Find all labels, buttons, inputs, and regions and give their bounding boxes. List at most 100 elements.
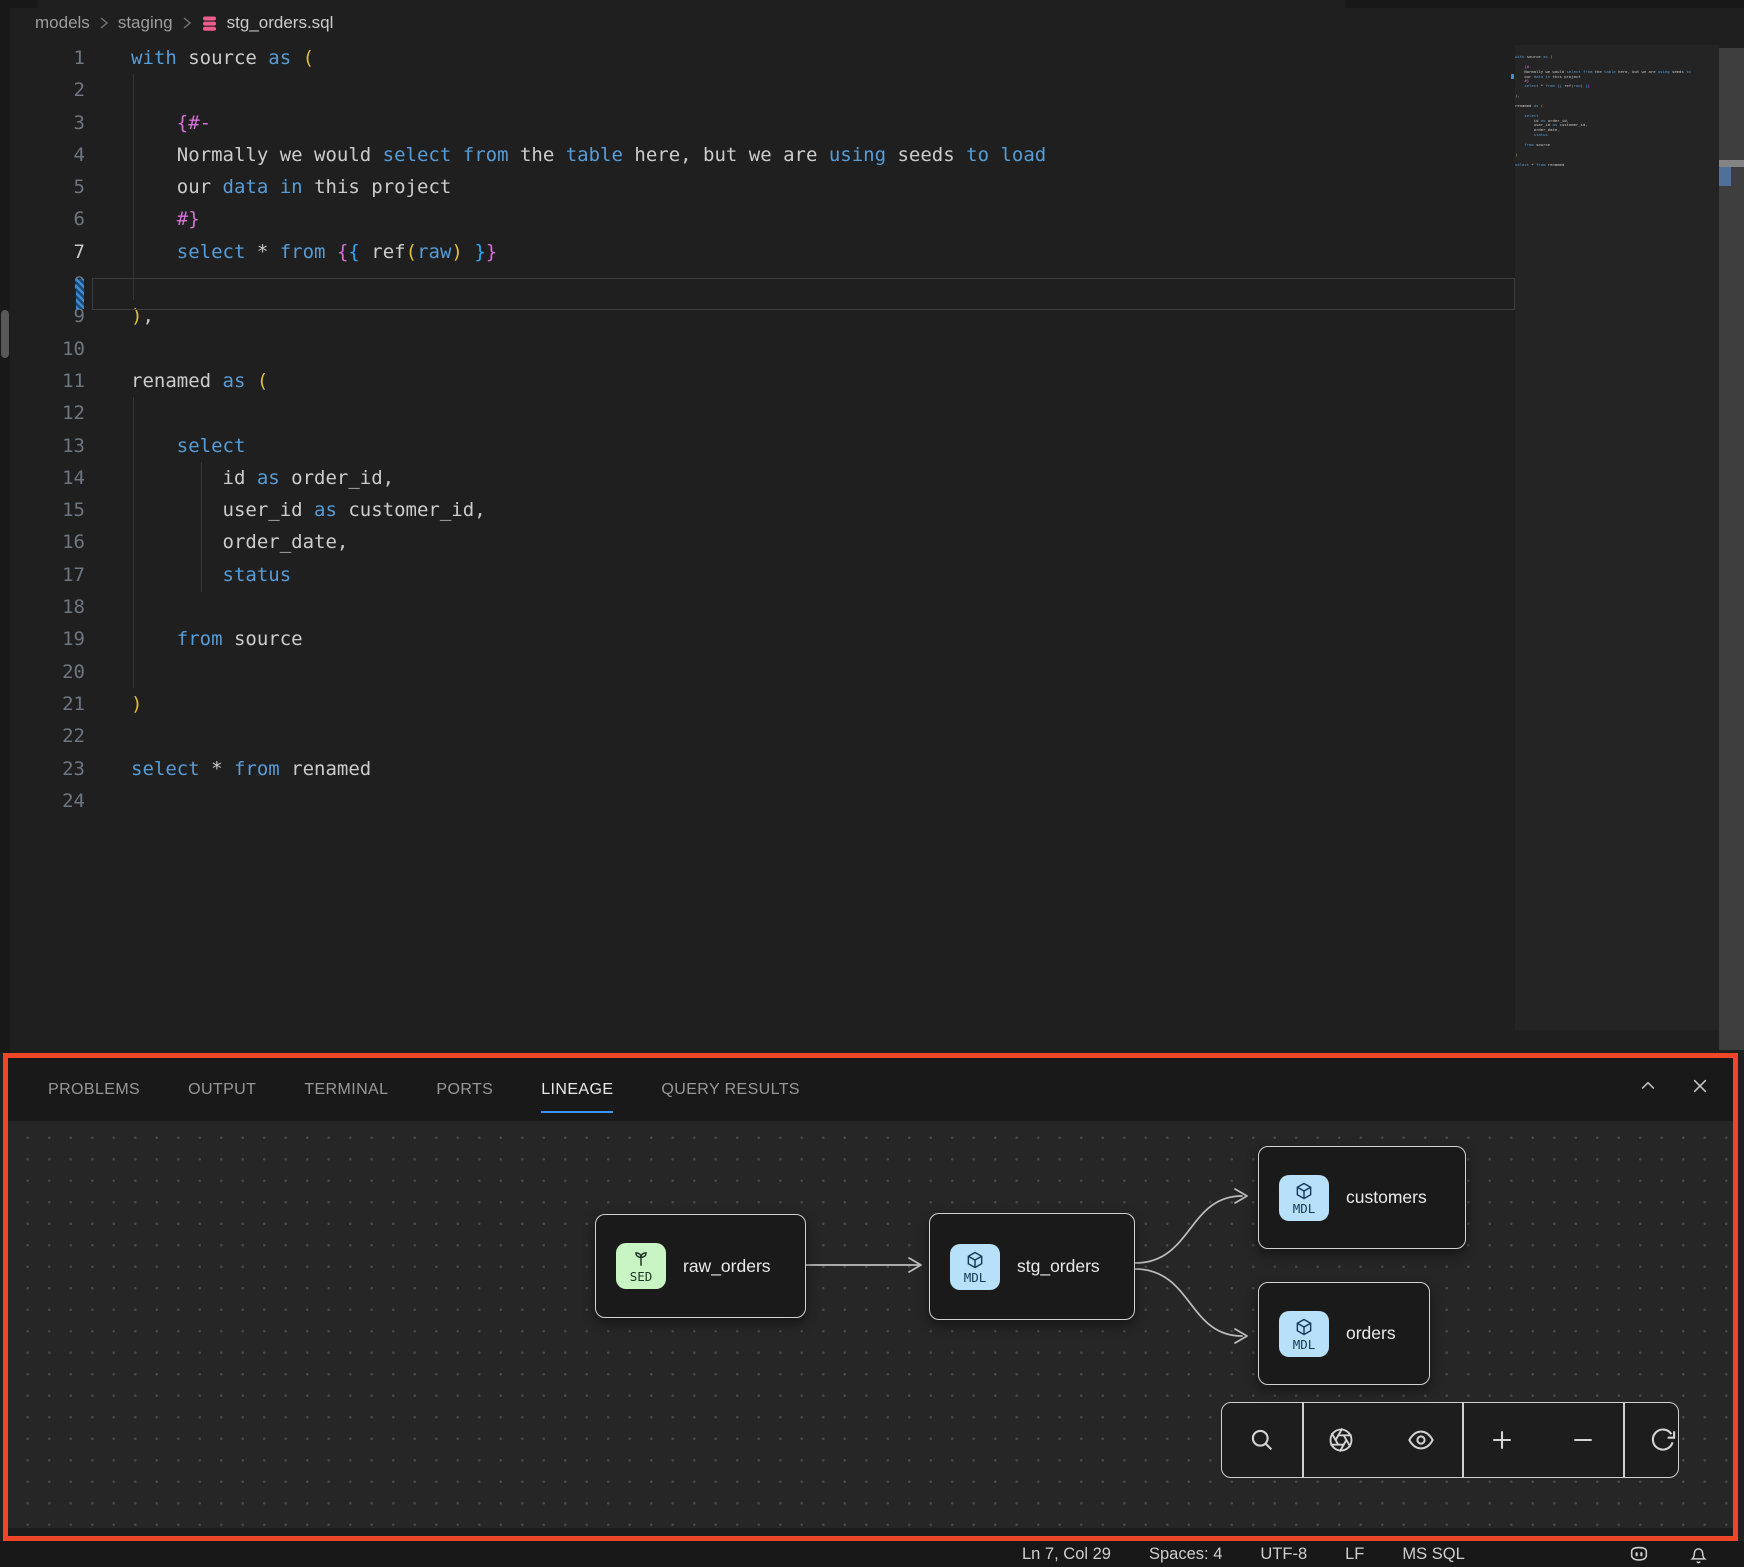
zoom-out-button[interactable] xyxy=(1555,1403,1611,1477)
line-number: 10 xyxy=(0,333,85,365)
copilot-icon xyxy=(1628,1543,1650,1565)
node-badge: MDL xyxy=(1293,1338,1316,1351)
line-number: 13 xyxy=(0,430,85,462)
chevron-right-icon xyxy=(182,16,192,30)
minimap-slider[interactable] xyxy=(1515,45,1719,1030)
code-line[interactable]: 4 Normally we would select from the tabl… xyxy=(0,139,1744,171)
line-number: 22 xyxy=(0,720,85,752)
tab-output[interactable]: OUTPUT xyxy=(188,1058,256,1121)
lineage-node-orders[interactable]: MDL orders xyxy=(1258,1282,1430,1385)
code-line[interactable]: 5 our data in this project xyxy=(0,171,1744,203)
status-items: Ln 7, Col 29 Spaces: 4 UTF-8 LF MS SQL xyxy=(1022,1541,1465,1567)
cube-icon xyxy=(965,1250,985,1270)
plus-icon xyxy=(1488,1426,1516,1454)
panel-maximize-button[interactable] xyxy=(1634,1072,1662,1100)
search-button[interactable] xyxy=(1234,1403,1290,1477)
aperture-icon xyxy=(1327,1426,1355,1454)
line-number: 23 xyxy=(0,753,85,785)
code-editor[interactable]: 1with source as (23 {#-4 Normally we wou… xyxy=(0,42,1744,817)
visibility-button[interactable] xyxy=(1393,1403,1449,1477)
code-line[interactable]: 10 xyxy=(0,333,1744,365)
copilot-button[interactable] xyxy=(1628,1543,1650,1565)
status-item[interactable]: LF xyxy=(1345,1545,1364,1564)
model-type-chip: MDL xyxy=(1279,1311,1329,1357)
code-line[interactable]: 16 order_date, xyxy=(0,526,1744,558)
line-number: 7 xyxy=(0,236,85,268)
chevron-up-icon xyxy=(1638,1076,1658,1096)
line-number: 14 xyxy=(0,462,85,494)
breadcrumb-item-models[interactable]: models xyxy=(35,13,90,33)
panel-tabbar: PROBLEMS OUTPUT TERMINAL PORTS LINEAGE QUERY … xyxy=(8,1058,1733,1121)
refresh-icon xyxy=(1649,1426,1677,1454)
node-badge: SED xyxy=(630,1270,653,1283)
code-line[interactable]: 12 xyxy=(0,397,1744,429)
node-label: orders xyxy=(1346,1323,1396,1344)
model-type-chip: MDL xyxy=(950,1244,1000,1290)
bell-icon xyxy=(1688,1544,1709,1565)
code-line[interactable]: 24 xyxy=(0,785,1744,817)
breadcrumb-file-name[interactable]: stg_orders.sql xyxy=(227,13,334,33)
close-icon xyxy=(1690,1076,1710,1096)
status-item[interactable]: MS SQL xyxy=(1402,1545,1464,1564)
editor-tabbar-edge xyxy=(0,0,1744,8)
vertical-scrollbar[interactable] xyxy=(1719,48,1744,1050)
code-line[interactable]: 18 xyxy=(0,591,1744,623)
node-badge: MDL xyxy=(964,1271,987,1284)
code-line[interactable]: 23select * from renamed xyxy=(0,753,1744,785)
lineage-node-stg-orders[interactable]: MDL stg_orders xyxy=(929,1213,1135,1320)
tab-terminal[interactable]: TERMINAL xyxy=(304,1058,388,1121)
status-item[interactable]: UTF-8 xyxy=(1260,1545,1307,1564)
code-line[interactable]: 17 status xyxy=(0,559,1744,591)
line-number: 15 xyxy=(0,494,85,526)
lineage-node-raw-orders[interactable]: SED raw_orders xyxy=(595,1214,806,1318)
lineage-canvas-edge xyxy=(8,1528,1733,1536)
code-line[interactable]: 7 select * from {{ ref(raw) }} xyxy=(0,236,1744,268)
code-line[interactable]: 21) xyxy=(0,688,1744,720)
panel-close-button[interactable] xyxy=(1686,1072,1714,1100)
line-number: 24 xyxy=(0,785,85,817)
code-line[interactable]: 22 xyxy=(0,720,1744,752)
code-line[interactable]: 2 xyxy=(0,74,1744,106)
current-line-highlight xyxy=(92,278,1515,310)
status-item[interactable]: Ln 7, Col 29 xyxy=(1022,1545,1111,1564)
status-item[interactable]: Spaces: 4 xyxy=(1149,1545,1222,1564)
node-label: raw_orders xyxy=(683,1256,771,1277)
eye-icon xyxy=(1407,1426,1435,1454)
tab-ports[interactable]: PORTS xyxy=(436,1058,493,1121)
seedling-icon xyxy=(631,1249,651,1269)
line-number: 3 xyxy=(0,107,85,139)
cube-icon xyxy=(1294,1317,1314,1337)
code-line[interactable]: 15 user_id as customer_id, xyxy=(0,494,1744,526)
tab-lineage[interactable]: LINEAGE xyxy=(541,1058,613,1121)
code-line[interactable]: 13 select xyxy=(0,430,1744,462)
chevron-right-icon xyxy=(99,16,109,30)
code-line[interactable]: 20 xyxy=(0,656,1744,688)
node-label: stg_orders xyxy=(1017,1256,1100,1277)
code-line[interactable]: 11renamed as ( xyxy=(0,365,1744,397)
code-lines: 1with source as (23 {#-4 Normally we wou… xyxy=(0,42,1744,817)
refresh-button[interactable] xyxy=(1635,1403,1691,1477)
code-line[interactable]: 19 from source xyxy=(0,623,1744,655)
line-number: 6 xyxy=(0,203,85,235)
lineage-node-customers[interactable]: MDL customers xyxy=(1258,1146,1466,1249)
panel-tabs: PROBLEMS OUTPUT TERMINAL PORTS LINEAGE QUERY … xyxy=(48,1058,800,1121)
zoom-in-button[interactable] xyxy=(1474,1403,1530,1477)
line-number: 16 xyxy=(0,526,85,558)
line-number: 11 xyxy=(0,365,85,397)
aperture-button[interactable] xyxy=(1313,1403,1369,1477)
minus-icon xyxy=(1569,1426,1597,1454)
seed-type-chip: SED xyxy=(616,1243,666,1289)
tab-problems[interactable]: PROBLEMS xyxy=(48,1058,140,1121)
code-line[interactable]: 14 id as order_id, xyxy=(0,462,1744,494)
search-icon xyxy=(1248,1426,1276,1454)
minimap-modified-marker xyxy=(1511,74,1514,79)
code-line[interactable]: 1with source as ( xyxy=(0,42,1744,74)
notifications-button[interactable] xyxy=(1688,1544,1709,1565)
line-number: 21 xyxy=(0,688,85,720)
code-line[interactable]: 6 #} xyxy=(0,203,1744,235)
code-line[interactable]: 3 {#- xyxy=(0,107,1744,139)
breadcrumb-item-staging[interactable]: staging xyxy=(118,13,173,33)
tab-query-results[interactable]: QUERY RESULTS xyxy=(661,1058,800,1121)
line-number: 2 xyxy=(0,74,85,106)
line-number: 12 xyxy=(0,397,85,429)
